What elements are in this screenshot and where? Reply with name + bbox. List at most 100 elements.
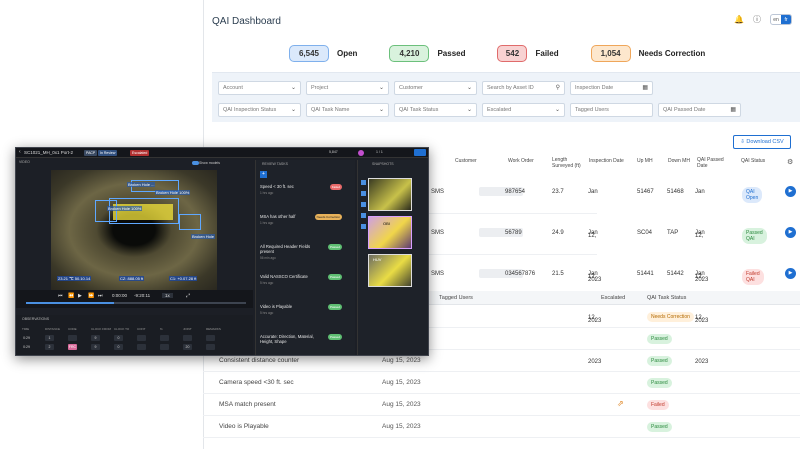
stat-count-2[interactable]: 542 [497,45,528,62]
task-row[interactable]: Video is Playable Aug 15, 2023 Passed [203,416,800,438]
annotation-box[interactable] [95,200,117,222]
col-length[interactable]: Length Surveyed (ft) [552,157,588,169]
total-time: -9:20:11 [134,293,151,298]
show-models-toggle[interactable]: Show models [199,161,220,165]
obs-cell[interactable]: 9 [91,344,100,350]
skip-start-icon[interactable]: ⏮ [58,293,63,299]
tool-icon[interactable] [361,224,366,229]
cell-up-mh: 51441 [637,271,654,277]
obs-cell[interactable]: 20 [183,344,192,350]
project-filter[interactable]: Project ⌄ [306,81,389,95]
toggle-switch-icon[interactable] [192,161,199,165]
snapshot-thumbnail[interactable] [368,178,412,211]
obs-cell[interactable] [68,335,77,341]
add-task-icon[interactable]: + [260,171,267,178]
col-customer[interactable]: Customer [455,158,477,164]
qai-task-status-filter[interactable]: QAI Task Status ⌄ [394,103,477,117]
obs-cell[interactable]: 1 [45,335,54,341]
gear-icon[interactable]: ⚙ [787,158,793,166]
obs-cell[interactable] [183,335,192,341]
fast-forward-icon[interactable]: ⏩ [88,293,94,299]
asset-search-input[interactable]: Search by Asset ID ⚲ [482,81,565,95]
tool-icon[interactable] [361,191,366,196]
avatar[interactable] [358,150,364,156]
col-inspection-date[interactable]: Inspection Date [589,158,631,164]
review-task[interactable]: MSA has other half 1 hrs ago Needs Correct… [260,214,352,225]
status-badge: Passed QAI [742,228,767,244]
timeline-scrubber[interactable] [26,302,246,304]
review-task[interactable]: Speed < 30 ft. sec 1 hrs ago Failed [260,184,352,195]
tagged-users-input[interactable]: Tagged Users [570,103,653,117]
task-row[interactable]: Camera speed <30 ft. sec Aug 15, 2023 Pass… [203,372,800,394]
snapshot-thumbnail[interactable]: OBI [368,216,412,249]
review-task-badge: Passed [327,244,342,250]
rewind-icon[interactable]: ⏪ [68,293,74,299]
expand-icon[interactable] [414,149,426,156]
observations-panel: OBSERVATIONS TIME DISTANCE CODE CLOCK FROM C… [16,315,253,355]
obs-cell[interactable]: 0:29 [22,344,31,350]
play-icon[interactable]: ▶ [785,186,796,197]
play-icon[interactable]: ▶ [78,293,82,299]
obs-cell[interactable] [137,335,146,341]
video-frame[interactable]: Broken Hole ... Broken Hole 100% Broken … [51,170,217,290]
review-task[interactable]: Accurate: Direction, Material, Height, S… [260,334,352,346]
col-work-order[interactable]: Work Order [508,158,534,164]
qai-passed-date-picker[interactable]: QAI Passed Date ▦ [658,103,741,117]
play-icon[interactable]: ▶ [785,268,796,279]
stat-count-1[interactable]: 4,210 [389,45,430,62]
cell-length: 23.7 [552,189,564,195]
col-up-mh[interactable]: Up MH [637,158,653,164]
task-date: Aug 15, 2023 [382,401,421,408]
customer-filter[interactable]: Customer ⌄ [394,81,477,95]
status-summary: 6,545 Open 4,210 Passed 542 Failed 1,054 Needs … [289,45,737,62]
qai-status-filter[interactable]: QAI Inspection Status ⌄ [218,103,301,117]
account-filter[interactable]: Account ⌄ [218,81,301,95]
bell-icon[interactable]: 🔔 [734,15,744,25]
snapshot-thumbnail[interactable]: HUV [368,254,412,287]
review-task[interactable]: All Required Header Fields present 56 min… [260,244,352,260]
escalated-filter[interactable]: Escalated ⌄ [482,103,565,117]
review-task[interactable]: Valid NASSCO Certificate 5 hrs ago Passed [260,274,352,285]
tool-icon[interactable] [361,180,366,185]
help-icon[interactable]: ⓘ [753,15,761,25]
speed-select[interactable]: 1x [162,293,173,298]
stat-label-1: Passed [437,49,466,58]
page-title: QAI Dashboard [212,16,281,27]
annotation-box[interactable] [109,198,179,224]
back-arrow-icon[interactable]: ‹ [19,149,21,155]
obs-cell[interactable] [137,344,146,350]
language-toggle[interactable]: en fr [770,14,792,25]
play-icon[interactable]: ▶ [785,227,796,238]
lang-fr[interactable]: fr [781,15,791,24]
col-qai-status[interactable]: QAI Status [741,158,765,164]
task-row[interactable]: MSA match present Aug 15, 2023 Failed ⇗ [203,394,800,416]
obs-cell[interactable] [160,344,169,350]
overlay-right-readout: C1: +0.07.28 ft [169,276,198,281]
lang-en[interactable]: en [771,15,781,24]
col-qai-passed[interactable]: QAI Passed Date [697,157,735,169]
annotation-box[interactable] [179,214,201,230]
observations-label: OBSERVATIONS [22,317,50,321]
obs-cell[interactable]: 0 [114,344,123,350]
col-down-mh[interactable]: Down MH [668,158,690,164]
qai-task-name-filter[interactable]: QAI Task Name ⌄ [306,103,389,117]
skip-end-icon[interactable]: ⏭ [98,293,103,299]
obs-cell[interactable]: 2 [45,344,54,350]
obs-cell[interactable] [206,335,215,341]
stat-count-3[interactable]: 1,054 [590,45,631,62]
col-tagged-users: Tagged Users [439,295,473,301]
obs-cell[interactable]: 0:29 [22,335,31,341]
fullscreen-icon[interactable]: ⤢ [186,293,190,299]
tool-icon[interactable] [361,202,366,207]
obs-cell[interactable]: 0 [114,335,123,341]
obs-cell[interactable]: FRC [68,344,77,350]
inspection-date-picker[interactable]: Inspection Date ▦ [570,81,653,95]
task-status-badge: Passed [647,334,672,344]
obs-cell[interactable] [206,344,215,350]
tool-icon[interactable] [361,213,366,218]
obs-cell[interactable]: 9 [91,335,100,341]
obs-cell[interactable] [160,335,169,341]
download-csv-button[interactable]: ⇩ Download CSV [733,135,791,149]
stat-count-0[interactable]: 6,545 [289,45,329,62]
review-task[interactable]: Video is Playable 5 hrs ago Passed [260,304,352,315]
